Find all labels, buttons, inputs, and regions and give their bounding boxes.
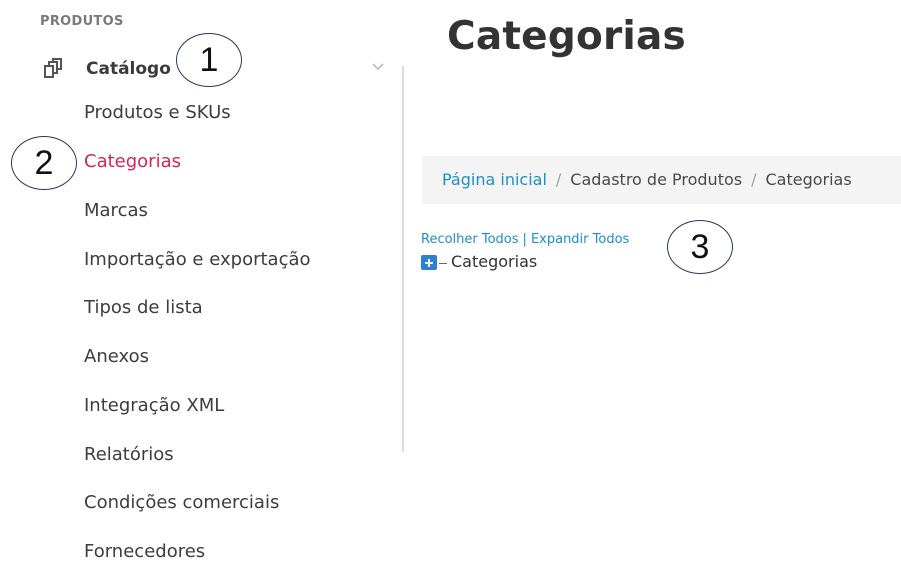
sidebar-item-marcas[interactable]: Marcas [84,200,148,221]
sidebar-item-fornecedores[interactable]: Fornecedores [84,541,205,562]
breadcrumb-home-link[interactable]: Página inicial [442,170,547,189]
sidebar-item-tipos-de-lista[interactable]: Tipos de lista [84,297,203,318]
sidebar-item-importacao-exportacao[interactable]: Importação e exportação [84,249,311,270]
chevron-down-icon[interactable] [370,58,386,74]
callout-2: 2 [11,136,77,190]
breadcrumb-separator: / [751,170,757,189]
breadcrumb: Página inicial / Cadastro de Produtos / Cate… [422,156,901,204]
section-heading: PRODUTOS [40,14,124,29]
tree-node-label[interactable]: Categorias [451,252,537,271]
expand-all-link[interactable]: Expandir Todos [531,232,629,247]
breadcrumb-current: Categorias [765,170,852,189]
catalog-stack-icon [44,58,62,78]
sidebar-divider [402,66,404,452]
callout-3: 3 [667,220,733,274]
tree-connector [439,263,447,264]
callout-1: 1 [176,33,242,87]
sidebar-item-relatorios[interactable]: Relatórios [84,444,174,465]
plus-box-icon[interactable] [421,255,437,270]
breadcrumb-cadastro-produtos[interactable]: Cadastro de Produtos [570,170,742,189]
sidebar-item-integracao-xml[interactable]: Integração XML [84,395,224,416]
tree-controls: Recolher Todos | Expandir Todos [421,232,629,247]
sidebar-item-anexos[interactable]: Anexos [84,346,149,367]
breadcrumb-separator: / [555,170,562,189]
page-title: Categorias [447,14,686,59]
tree-controls-separator: | [522,232,527,247]
sidebar-item-condicoes-comerciais[interactable]: Condições comerciais [84,492,279,513]
app-root: PRODUTOS Catálogo Produtos e SKUs Catego… [0,0,901,575]
collapse-all-link[interactable]: Recolher Todos [421,232,519,247]
sidebar-item-categorias[interactable]: Categorias [84,151,181,172]
catalog-label: Catálogo [86,59,171,79]
sidebar-item-produtos-skus[interactable]: Produtos e SKUs [84,102,231,123]
